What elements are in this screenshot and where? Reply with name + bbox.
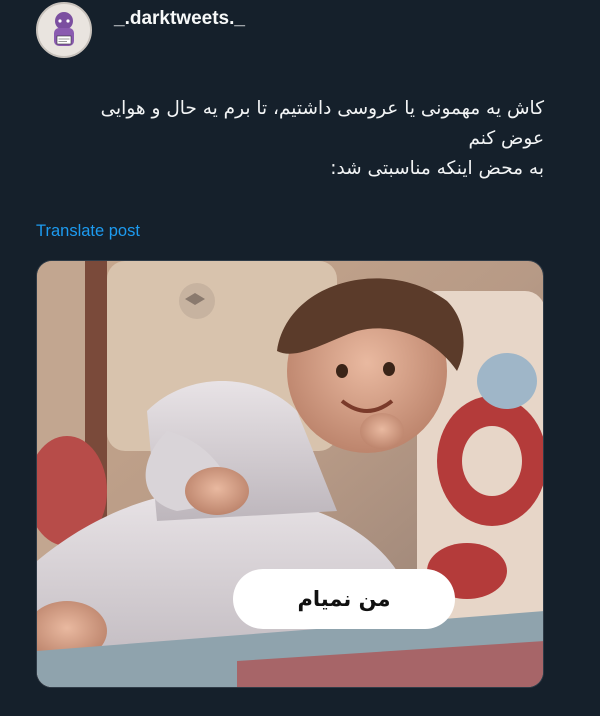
translate-post-link[interactable]: Translate post [36, 222, 140, 241]
tweet-header: _.darktweets._ [36, 0, 245, 60]
user-avatar[interactable] [36, 2, 92, 58]
tweet-media-image[interactable]: من نمیام [36, 260, 544, 688]
tweet-text: کاش یه مهمونی یا عروسی داشتیم، تا برم یه… [24, 94, 544, 184]
tweet-text-line: کاش یه مهمونی یا عروسی داشتیم، تا برم یه… [100, 98, 544, 119]
username[interactable]: _.darktweets._ [114, 8, 245, 30]
avatar-character-icon [40, 6, 88, 54]
tweet-text-line: عوض کنم [468, 128, 544, 149]
tweet-text-line: به محض اینکه مناسبتی شد: [330, 158, 544, 179]
meme-caption: من نمیام [233, 569, 455, 629]
